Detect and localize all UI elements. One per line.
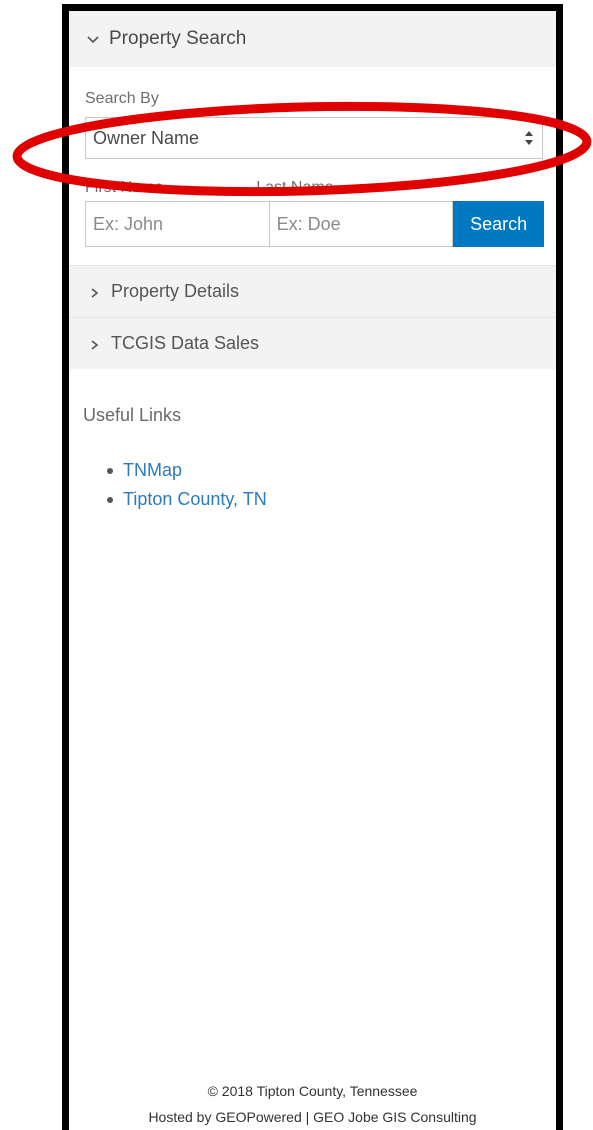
- side-panel: Property Search Search By Owner Name Fir…: [62, 4, 563, 1130]
- first-name-input[interactable]: Ex: John: [85, 201, 270, 247]
- property-details-title: Property Details: [111, 281, 240, 301]
- footer-hosted: Hosted by GEOPowered | GEO Jobe GIS Cons…: [148, 1109, 477, 1125]
- first-name-label: First Name: [85, 179, 164, 196]
- chevron-right-icon: [91, 287, 99, 298]
- useful-links-section: Useful Links TNMap Tipton County, TN: [69, 369, 556, 514]
- link-tnmap[interactable]: TNMap: [123, 460, 182, 481]
- bullet-icon: [107, 496, 113, 503]
- useful-links-list: TNMap Tipton County, TN: [107, 456, 556, 514]
- section-spacer: [69, 247, 556, 265]
- data-sales-header[interactable]: TCGIS Data Sales: [69, 317, 556, 369]
- name-labels: First Name Last Name: [85, 179, 544, 199]
- property-search-body: Search By Owner Name First Name Last Nam…: [69, 89, 556, 247]
- bullet-icon: [107, 467, 113, 474]
- name-inputs-row: Ex: John Ex: Doe Search: [85, 201, 545, 247]
- useful-links-title: Useful Links: [83, 405, 182, 425]
- last-name-input[interactable]: Ex: Doe: [268, 201, 454, 247]
- footer-copyright: © 2018 Tipton County, Tennessee: [207, 1083, 418, 1099]
- footer: © 2018 Tipton County, Tennessee Hosted b…: [69, 1078, 556, 1130]
- property-details-header[interactable]: Property Details: [69, 265, 556, 317]
- search-by-label: Search By: [85, 90, 159, 107]
- data-sales-title: TCGIS Data Sales: [111, 333, 260, 353]
- link-tipton-county[interactable]: Tipton County, TN: [123, 489, 267, 510]
- search-button[interactable]: Search: [453, 201, 545, 247]
- list-item: TNMap: [107, 456, 556, 485]
- search-by-value: Owner Name: [93, 127, 200, 148]
- select-arrows-icon: [525, 131, 533, 145]
- property-search-title: Property Search: [109, 28, 247, 49]
- chevron-down-icon: [87, 36, 99, 44]
- list-item: Tipton County, TN: [107, 485, 556, 514]
- chevron-right-icon: [91, 339, 99, 350]
- search-by-select[interactable]: Owner Name: [85, 117, 543, 159]
- property-search-header[interactable]: Property Search: [69, 11, 556, 67]
- last-name-label: Last Name: [256, 179, 334, 196]
